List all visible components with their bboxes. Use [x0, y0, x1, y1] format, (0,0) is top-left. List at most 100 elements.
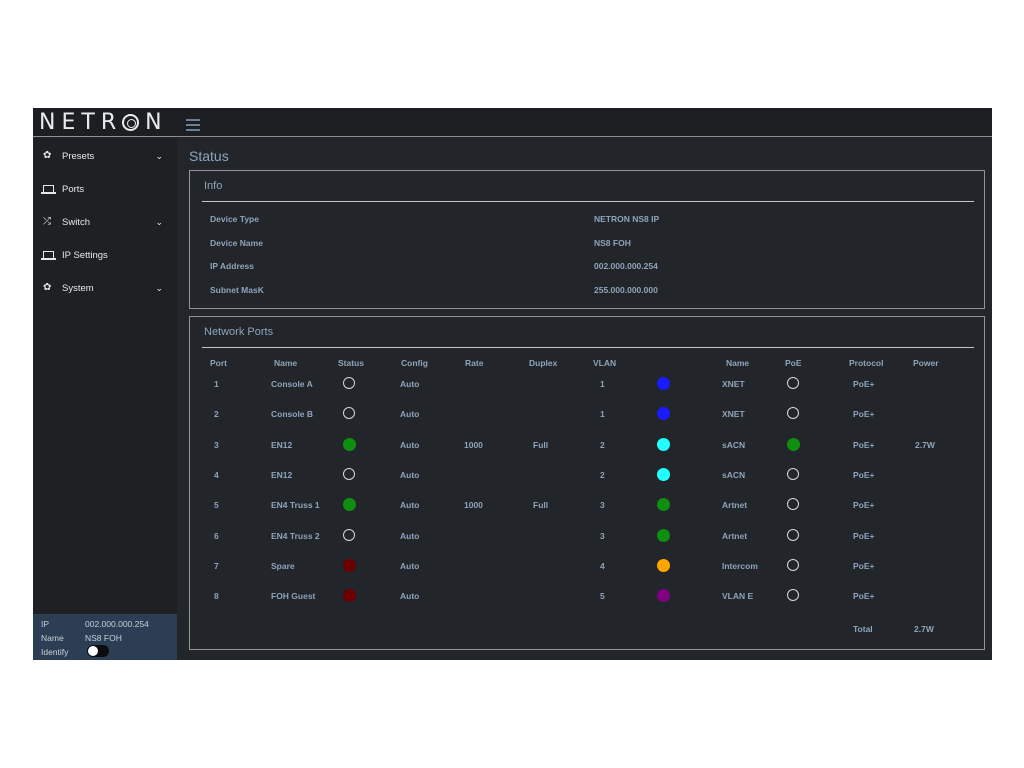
port-vlan: 3: [600, 500, 605, 510]
poe-indicator-icon: [787, 529, 799, 541]
status-indicator-icon: [343, 468, 355, 480]
port-config: Auto: [400, 500, 420, 510]
ip-label: IP: [41, 619, 50, 629]
column-header-vlan: VLAN: [593, 358, 617, 368]
column-header-config: Config: [401, 358, 428, 368]
vlan-color-dot-icon: [657, 589, 670, 602]
column-header-poe: PoE: [785, 358, 802, 368]
sidebar-item-presets[interactable]: ✿ Presets ⌄: [33, 144, 177, 170]
vlan-color-dot-icon: [657, 407, 670, 420]
divider: [202, 201, 974, 202]
port-rate: 1000: [464, 500, 483, 510]
port-power: 2.7W: [915, 440, 935, 450]
port-rate: 1000: [464, 440, 483, 450]
poe-indicator-icon: [787, 407, 799, 419]
vlan-color-dot-icon: [657, 529, 670, 542]
chevron-down-icon: ⌄: [155, 217, 163, 227]
hamburger-menu-icon[interactable]: [186, 119, 200, 131]
port-protocol: PoE+: [853, 500, 875, 510]
gear-icon: ✿: [43, 282, 52, 293]
info-value: 002.000.000.254: [594, 261, 658, 271]
port-number: 4: [214, 470, 219, 480]
column-header-status: Status: [338, 358, 364, 368]
poe-indicator-icon: [787, 589, 799, 601]
column-header-name: Name: [274, 358, 298, 368]
vlan-color-dot-icon: [657, 377, 670, 390]
port-protocol: PoE+: [853, 470, 875, 480]
sidebar-item-switch[interactable]: ⤮ Switch ⌄: [33, 210, 177, 236]
netron-logo: NETR N: [39, 110, 168, 135]
port-config: Auto: [400, 470, 420, 480]
column-header-power: Power: [913, 358, 939, 368]
vlan-color-dot-icon: [657, 498, 670, 511]
column-header-rate: Rate: [465, 358, 484, 368]
port-name: Console B: [271, 409, 314, 419]
column-header-duplex: Duplex: [529, 358, 558, 368]
name-value: NS8 FOH: [85, 633, 122, 643]
port-number: 8: [214, 591, 219, 601]
info-key: Device Type: [210, 214, 259, 224]
info-key: IP Address: [210, 261, 254, 271]
status-indicator-icon: [343, 438, 356, 451]
vlan-name: Intercom: [722, 561, 758, 571]
port-name: EN4 Truss 1: [271, 500, 320, 510]
port-protocol: PoE+: [853, 440, 875, 450]
info-panel-title: Info: [204, 180, 223, 192]
port-name: EN12: [271, 440, 293, 450]
port-name: EN12: [271, 470, 293, 480]
port-protocol: PoE+: [853, 409, 875, 419]
port-number: 6: [214, 531, 219, 541]
ports-panel-title: Network Ports: [204, 326, 274, 338]
sidebar-item-label: Presets: [62, 151, 95, 162]
chevron-down-icon: ⌄: [155, 283, 163, 293]
sidebar-item-ports[interactable]: Ports: [33, 177, 177, 203]
sidebar-item-system[interactable]: ✿ System ⌄: [33, 276, 177, 302]
vlan-name: Artnet: [722, 531, 748, 541]
identify-label: Identify: [41, 647, 69, 657]
sidebar-item-label: Switch: [62, 217, 90, 228]
status-indicator-icon: [343, 529, 355, 541]
app-window: NETR N ✿ Presets ⌄ Ports ⤮ Switch ⌄ IP Se…: [33, 108, 992, 660]
info-value: NS8 FOH: [594, 238, 631, 248]
port-config: Auto: [400, 440, 420, 450]
port-config: Auto: [400, 379, 420, 389]
sidebar-item-label: IP Settings: [62, 250, 108, 261]
shuffle-icon: ⤮: [43, 216, 51, 227]
laptop-icon: [41, 185, 56, 194]
device-summary: IP 002.000.000.254 Name NS8 FOH Identify: [33, 614, 177, 660]
port-vlan: 1: [600, 379, 605, 389]
port-vlan: 4: [600, 561, 605, 571]
top-bar: NETR N: [33, 108, 992, 137]
poe-indicator-icon: [787, 498, 799, 510]
port-number: 3: [214, 440, 219, 450]
port-config: Auto: [400, 561, 420, 571]
port-vlan: 2: [600, 440, 605, 450]
status-indicator-icon: [343, 559, 356, 572]
info-panel: Info Device Type NETRON NS8 IP Device Na…: [189, 170, 985, 309]
port-vlan: 3: [600, 531, 605, 541]
info-value: 255.000.000.000: [594, 285, 658, 295]
column-header-vlan-name: Name: [726, 358, 750, 368]
port-protocol: PoE+: [853, 591, 875, 601]
name-label: Name: [41, 633, 64, 643]
ip-value: 002.000.000.254: [85, 619, 149, 629]
gear-icon: ✿: [43, 150, 52, 161]
status-indicator-icon: [343, 407, 355, 419]
port-config: Auto: [400, 591, 420, 601]
network-ports-panel: Network Ports Port Name Status Config Rate Du…: [189, 316, 985, 650]
chevron-down-icon: ⌄: [155, 151, 163, 161]
sidebar-item-label: System: [62, 283, 94, 294]
port-name: Spare: [271, 561, 295, 571]
info-key: Device Name: [210, 238, 263, 248]
sidebar-item-label: Ports: [62, 184, 85, 195]
vlan-color-dot-icon: [657, 559, 670, 572]
vlan-name: sACN: [722, 470, 746, 480]
identify-toggle[interactable]: [87, 645, 109, 657]
status-indicator-icon: [343, 377, 355, 389]
poe-indicator-icon: [787, 468, 799, 480]
sidebar-item-ip-settings[interactable]: IP Settings: [33, 243, 177, 269]
poe-indicator-icon: [787, 377, 799, 389]
port-number: 2: [214, 409, 219, 419]
poe-indicator-icon: [787, 438, 800, 451]
info-value: NETRON NS8 IP: [594, 214, 660, 224]
